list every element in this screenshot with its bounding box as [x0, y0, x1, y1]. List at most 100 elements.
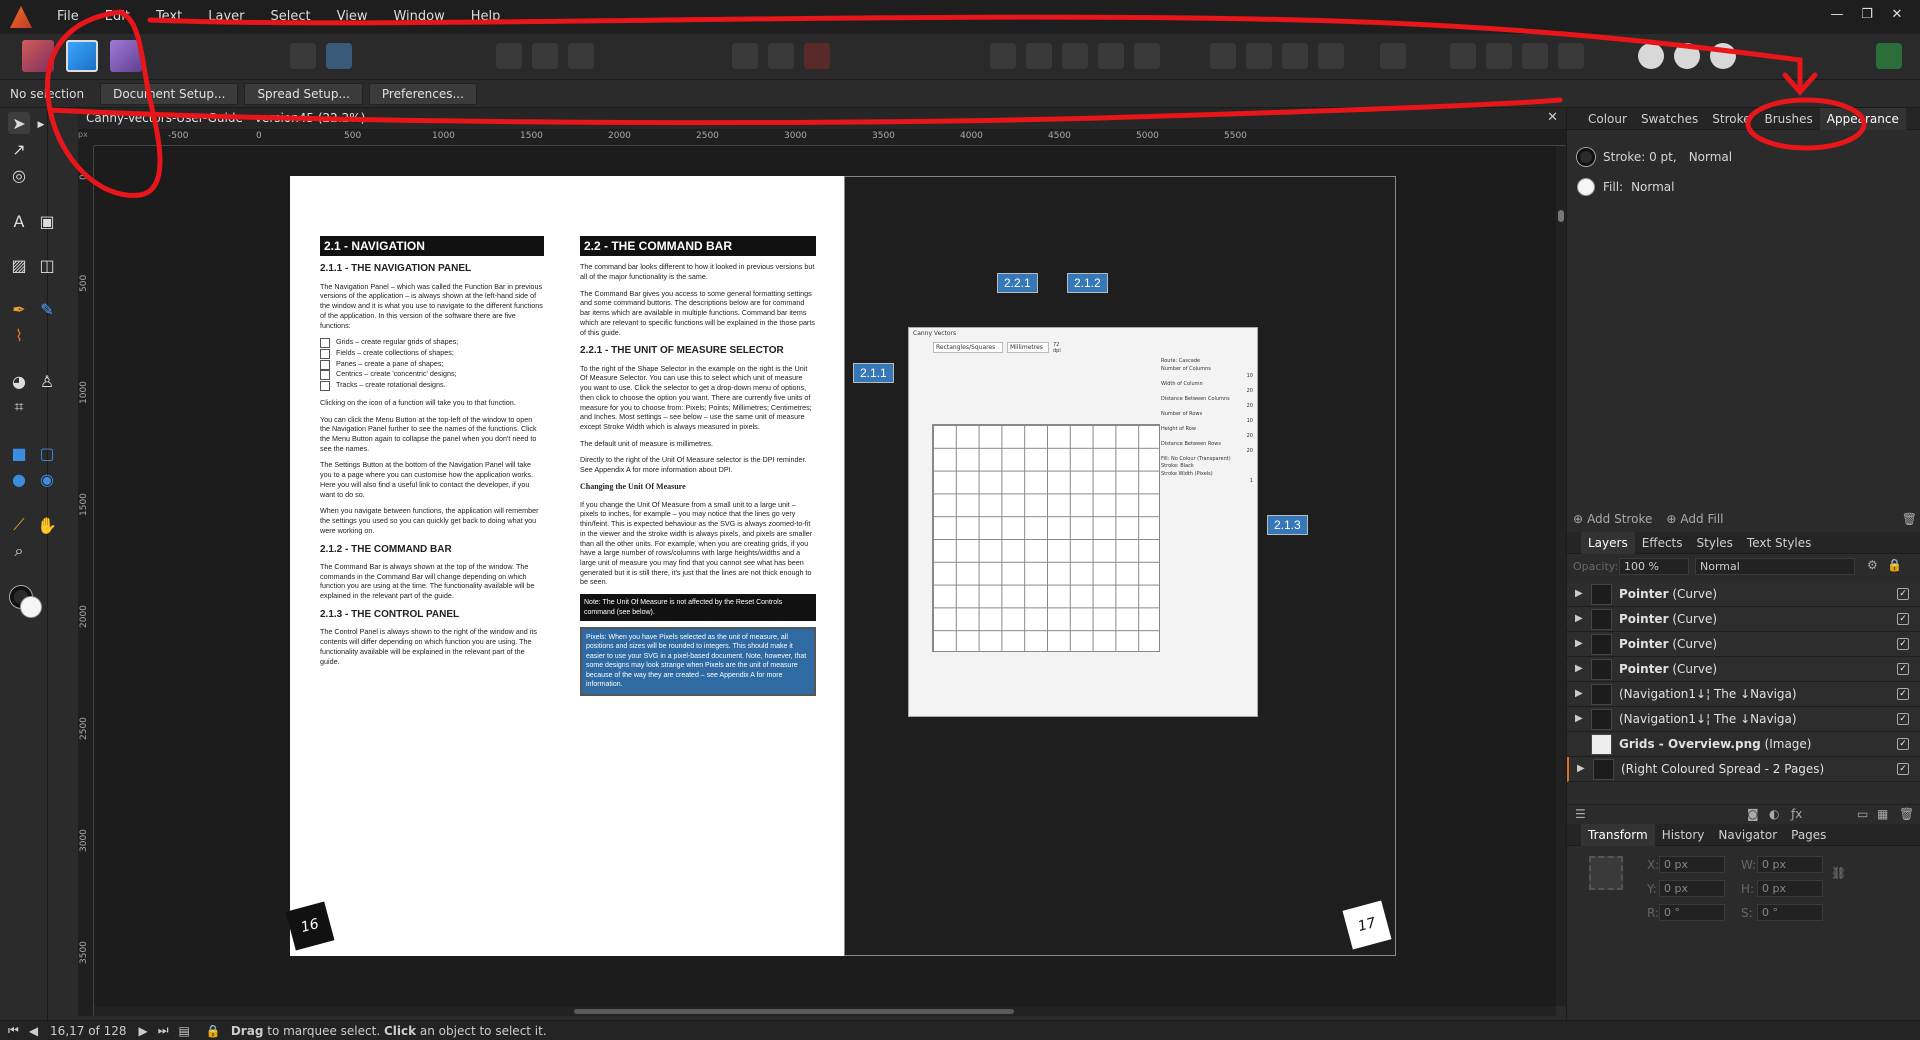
first-page-icon[interactable]: ⏮: [8, 1023, 19, 1038]
fill-tool-icon[interactable]: ◕: [8, 370, 30, 392]
rotate-right-icon[interactable]: [1558, 43, 1584, 69]
embedded-screenshot[interactable]: Canny Vectors Rectangles/Squares Millime…: [908, 327, 1258, 717]
expand-triangle-icon[interactable]: ▶: [1575, 588, 1583, 599]
visibility-checkbox[interactable]: ✓: [1897, 613, 1909, 625]
layer-row[interactable]: ▶ Pointer (Curve) ✓: [1567, 632, 1920, 657]
menu-help[interactable]: Help: [458, 0, 514, 34]
layer-row[interactable]: ▶ (Navigation1↓¦ The ↓Naviga) ✓: [1567, 707, 1920, 732]
tab-brushes[interactable]: Brushes: [1758, 108, 1820, 130]
expand-triangle-icon[interactable]: ▶: [1575, 613, 1583, 624]
order-back-icon[interactable]: [1210, 43, 1236, 69]
document-tab[interactable]: Canny-Vectors-User-Guide - version45 (22…: [86, 111, 365, 125]
delete-layer-icon[interactable]: 🗑: [1899, 807, 1914, 821]
brush-tool-icon[interactable]: ⌇: [8, 324, 30, 346]
close-button[interactable]: ✕: [1882, 0, 1912, 34]
flip-vertical-icon[interactable]: [1486, 43, 1512, 69]
next-page-icon[interactable]: ▶: [139, 1024, 148, 1038]
tab-navigator[interactable]: Navigator: [1711, 824, 1784, 846]
close-document-icon[interactable]: ✕: [1547, 110, 1558, 125]
visibility-checkbox[interactable]: ✓: [1897, 663, 1909, 675]
x-field[interactable]: 0 px: [1659, 856, 1725, 873]
snapping-magnet-icon[interactable]: [804, 43, 830, 69]
visibility-checkbox[interactable]: ✓: [1897, 688, 1909, 700]
insert-top-icon[interactable]: [1710, 43, 1736, 69]
guides-icon[interactable]: [768, 43, 794, 69]
transparency-tool-icon[interactable]: ♙: [36, 370, 58, 392]
pages-icon[interactable]: ▤: [179, 1024, 190, 1038]
arrange-icon[interactable]: [532, 43, 558, 69]
add-layer-icon[interactable]: ▭: [1857, 807, 1868, 821]
pen-tool-icon[interactable]: ✒: [8, 298, 30, 320]
align-icon[interactable]: [496, 43, 522, 69]
tab-transform[interactable]: Transform: [1581, 823, 1655, 846]
blend-mode-select[interactable]: Normal: [1695, 558, 1855, 575]
zoom-tool-icon[interactable]: ⌕: [8, 540, 30, 562]
rotate-left-icon[interactable]: [1522, 43, 1548, 69]
colour-well-icon[interactable]: [10, 586, 44, 620]
document-setup-button[interactable]: Document Setup...: [100, 82, 239, 105]
move-tool-icon[interactable]: ➤: [8, 112, 30, 134]
link-proportions-icon[interactable]: ⛓: [1831, 866, 1846, 880]
lock-icon[interactable]: 🔒: [1887, 558, 1902, 572]
snapping-icon[interactable]: [290, 43, 316, 69]
expand-triangle-icon[interactable]: ▶: [1575, 663, 1583, 674]
layers-stack-icon[interactable]: ☰: [1575, 807, 1586, 821]
minimize-button[interactable]: —: [1822, 0, 1852, 34]
layer-row[interactable]: ▶ (Navigation1↓¦ The ↓Naviga) ✓: [1567, 682, 1920, 707]
menu-view[interactable]: View: [324, 0, 381, 34]
tab-history[interactable]: History: [1655, 824, 1712, 846]
add-stroke-button[interactable]: Add Stroke: [1587, 512, 1652, 526]
fx-icon[interactable]: ƒx: [1791, 807, 1802, 821]
picture-frame-tool-icon[interactable]: ▨: [8, 254, 30, 276]
adjustment-icon[interactable]: ◐: [1769, 807, 1779, 821]
insert-behind-icon[interactable]: [1674, 43, 1700, 69]
horizontal-ruler[interactable]: -500 0 500 1000 1500 2000 2500 3000 3500…: [94, 130, 1566, 146]
order-backward-icon[interactable]: [1246, 43, 1272, 69]
color-picker-tool-icon[interactable]: ⟋: [8, 514, 30, 536]
trash-icon[interactable]: 🗑: [1902, 512, 1917, 526]
group-icon[interactable]: ▦: [1877, 807, 1888, 821]
layer-row[interactable]: ▶ Pointer (Curve) ✓: [1567, 607, 1920, 632]
anchor-selector-icon[interactable]: [1589, 856, 1623, 890]
export-persona-icon[interactable]: [110, 40, 142, 72]
menu-window[interactable]: Window: [380, 0, 457, 34]
menu-text[interactable]: Text: [143, 0, 195, 34]
visibility-checkbox[interactable]: ✓: [1897, 713, 1909, 725]
boolean-subtract-icon[interactable]: [1026, 43, 1052, 69]
last-page-icon[interactable]: ⏭: [158, 1023, 169, 1038]
frame-text-tool-icon[interactable]: ▣: [36, 210, 58, 232]
y-field[interactable]: 0 px: [1659, 880, 1725, 897]
visibility-checkbox[interactable]: ✓: [1897, 738, 1909, 750]
layer-row[interactable]: ▶ Pointer (Curve) ✓: [1567, 582, 1920, 607]
boolean-add-icon[interactable]: [990, 43, 1016, 69]
stroke-row[interactable]: Stroke: 0 pt, Normal: [1577, 148, 1732, 166]
tab-styles[interactable]: Styles: [1690, 532, 1740, 554]
contour-tool-icon[interactable]: ◎: [8, 164, 30, 186]
tab-layers[interactable]: Layers: [1581, 531, 1635, 554]
rounded-rectangle-tool-icon[interactable]: ▢: [36, 442, 58, 464]
fill-blend-mode[interactable]: Normal: [1631, 180, 1674, 194]
fill-row[interactable]: Fill: Normal: [1577, 178, 1675, 196]
insert-inside-icon[interactable]: [1638, 43, 1664, 69]
spread-setup-button[interactable]: Spread Setup...: [244, 82, 363, 105]
tab-pages[interactable]: Pages: [1784, 824, 1833, 846]
menu-file[interactable]: File: [44, 0, 92, 34]
w-field[interactable]: 0 px: [1757, 856, 1823, 873]
pencil-tool-icon[interactable]: ✎: [36, 298, 58, 320]
ruler-corner[interactable]: px: [78, 130, 94, 146]
ellipse-tool-icon[interactable]: ●: [8, 468, 30, 490]
vertical-scrollbar[interactable]: [1556, 146, 1566, 1006]
expand-triangle-icon[interactable]: ▶: [1577, 763, 1585, 774]
align-left-icon[interactable]: [1380, 43, 1406, 69]
affinity-logo-icon[interactable]: [10, 6, 32, 28]
view-tool-icon[interactable]: ✋: [36, 514, 58, 536]
rotation-field[interactable]: 0 °: [1659, 904, 1725, 921]
prev-page-icon[interactable]: ◀: [29, 1024, 38, 1038]
tab-appearance[interactable]: Appearance: [1819, 107, 1906, 130]
tab-text-styles[interactable]: Text Styles: [1740, 532, 1818, 554]
user-account-icon[interactable]: [1876, 43, 1902, 69]
opacity-field[interactable]: 100 %: [1619, 558, 1689, 575]
grid-icon[interactable]: [732, 43, 758, 69]
boolean-divide-icon[interactable]: [1134, 43, 1160, 69]
h-field[interactable]: 0 px: [1757, 880, 1823, 897]
